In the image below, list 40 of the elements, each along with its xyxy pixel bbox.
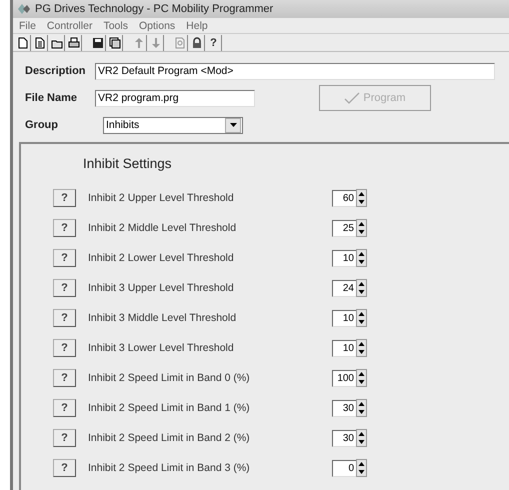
help-button[interactable]: ? xyxy=(53,309,76,327)
description-field[interactable]: VR2 Default Program <Mod> xyxy=(95,62,495,80)
setting-label: Inhibit 2 Speed Limit in Band 3 (%) xyxy=(88,462,251,474)
menu-item[interactable]: File xyxy=(19,20,36,32)
setting-label: Inhibit 3 Middle Level Threshold xyxy=(88,312,238,324)
open-icon[interactable] xyxy=(49,34,65,50)
menu-item[interactable]: Options xyxy=(138,20,176,32)
help-button[interactable]: ? xyxy=(53,189,76,207)
setting-label: Inhibit 2 Middle Level Threshold xyxy=(88,222,238,234)
help-button[interactable]: ? xyxy=(53,369,76,387)
help-button[interactable]: ? xyxy=(53,429,76,447)
window-title: PG Drives Technology - PC Mobility Programmer xyxy=(35,3,274,15)
section-heading: Inhibit Settings xyxy=(83,156,173,171)
checkmark-icon xyxy=(344,92,360,104)
save-icon[interactable] xyxy=(90,34,106,50)
help-button[interactable]: ? xyxy=(53,249,76,267)
setting-label: Inhibit 2 Speed Limit in Band 1 (%) xyxy=(88,402,251,414)
menu-item[interactable]: Controller xyxy=(46,20,92,32)
save-all-icon[interactable] xyxy=(107,34,123,50)
group-dropdown[interactable]: Inhibits xyxy=(103,116,243,134)
help-button[interactable]: ? xyxy=(53,459,76,477)
app-icon xyxy=(17,3,31,15)
field-label: Description xyxy=(25,65,87,77)
menu-item[interactable]: Help xyxy=(186,20,208,32)
help-button[interactable]: ? xyxy=(53,339,76,357)
help-button[interactable]: ? xyxy=(53,219,76,237)
setting-label: Inhibit 2 Lower Level Threshold xyxy=(88,252,235,264)
setting-label: Inhibit 3 Upper Level Threshold xyxy=(88,282,235,294)
menu-item[interactable]: Tools xyxy=(103,20,128,32)
file-name-field[interactable]: VR2 program.prg xyxy=(95,90,255,106)
help-button[interactable]: ? xyxy=(53,399,76,417)
field-label: File Name xyxy=(25,92,78,104)
setting-label: Inhibit 3 Lower Level Threshold xyxy=(88,342,235,354)
setting-label: Inhibit 2 Upper Level Threshold xyxy=(88,192,235,204)
setting-label: Inhibit 2 Speed Limit in Band 2 (%) xyxy=(88,432,251,444)
help-button[interactable]: ? xyxy=(53,279,76,297)
field-label: Group xyxy=(25,119,59,131)
caret-icon xyxy=(230,123,236,127)
print-icon[interactable] xyxy=(66,34,82,50)
setting-label: Inhibit 2 Speed Limit in Band 0 (%) xyxy=(88,372,251,384)
